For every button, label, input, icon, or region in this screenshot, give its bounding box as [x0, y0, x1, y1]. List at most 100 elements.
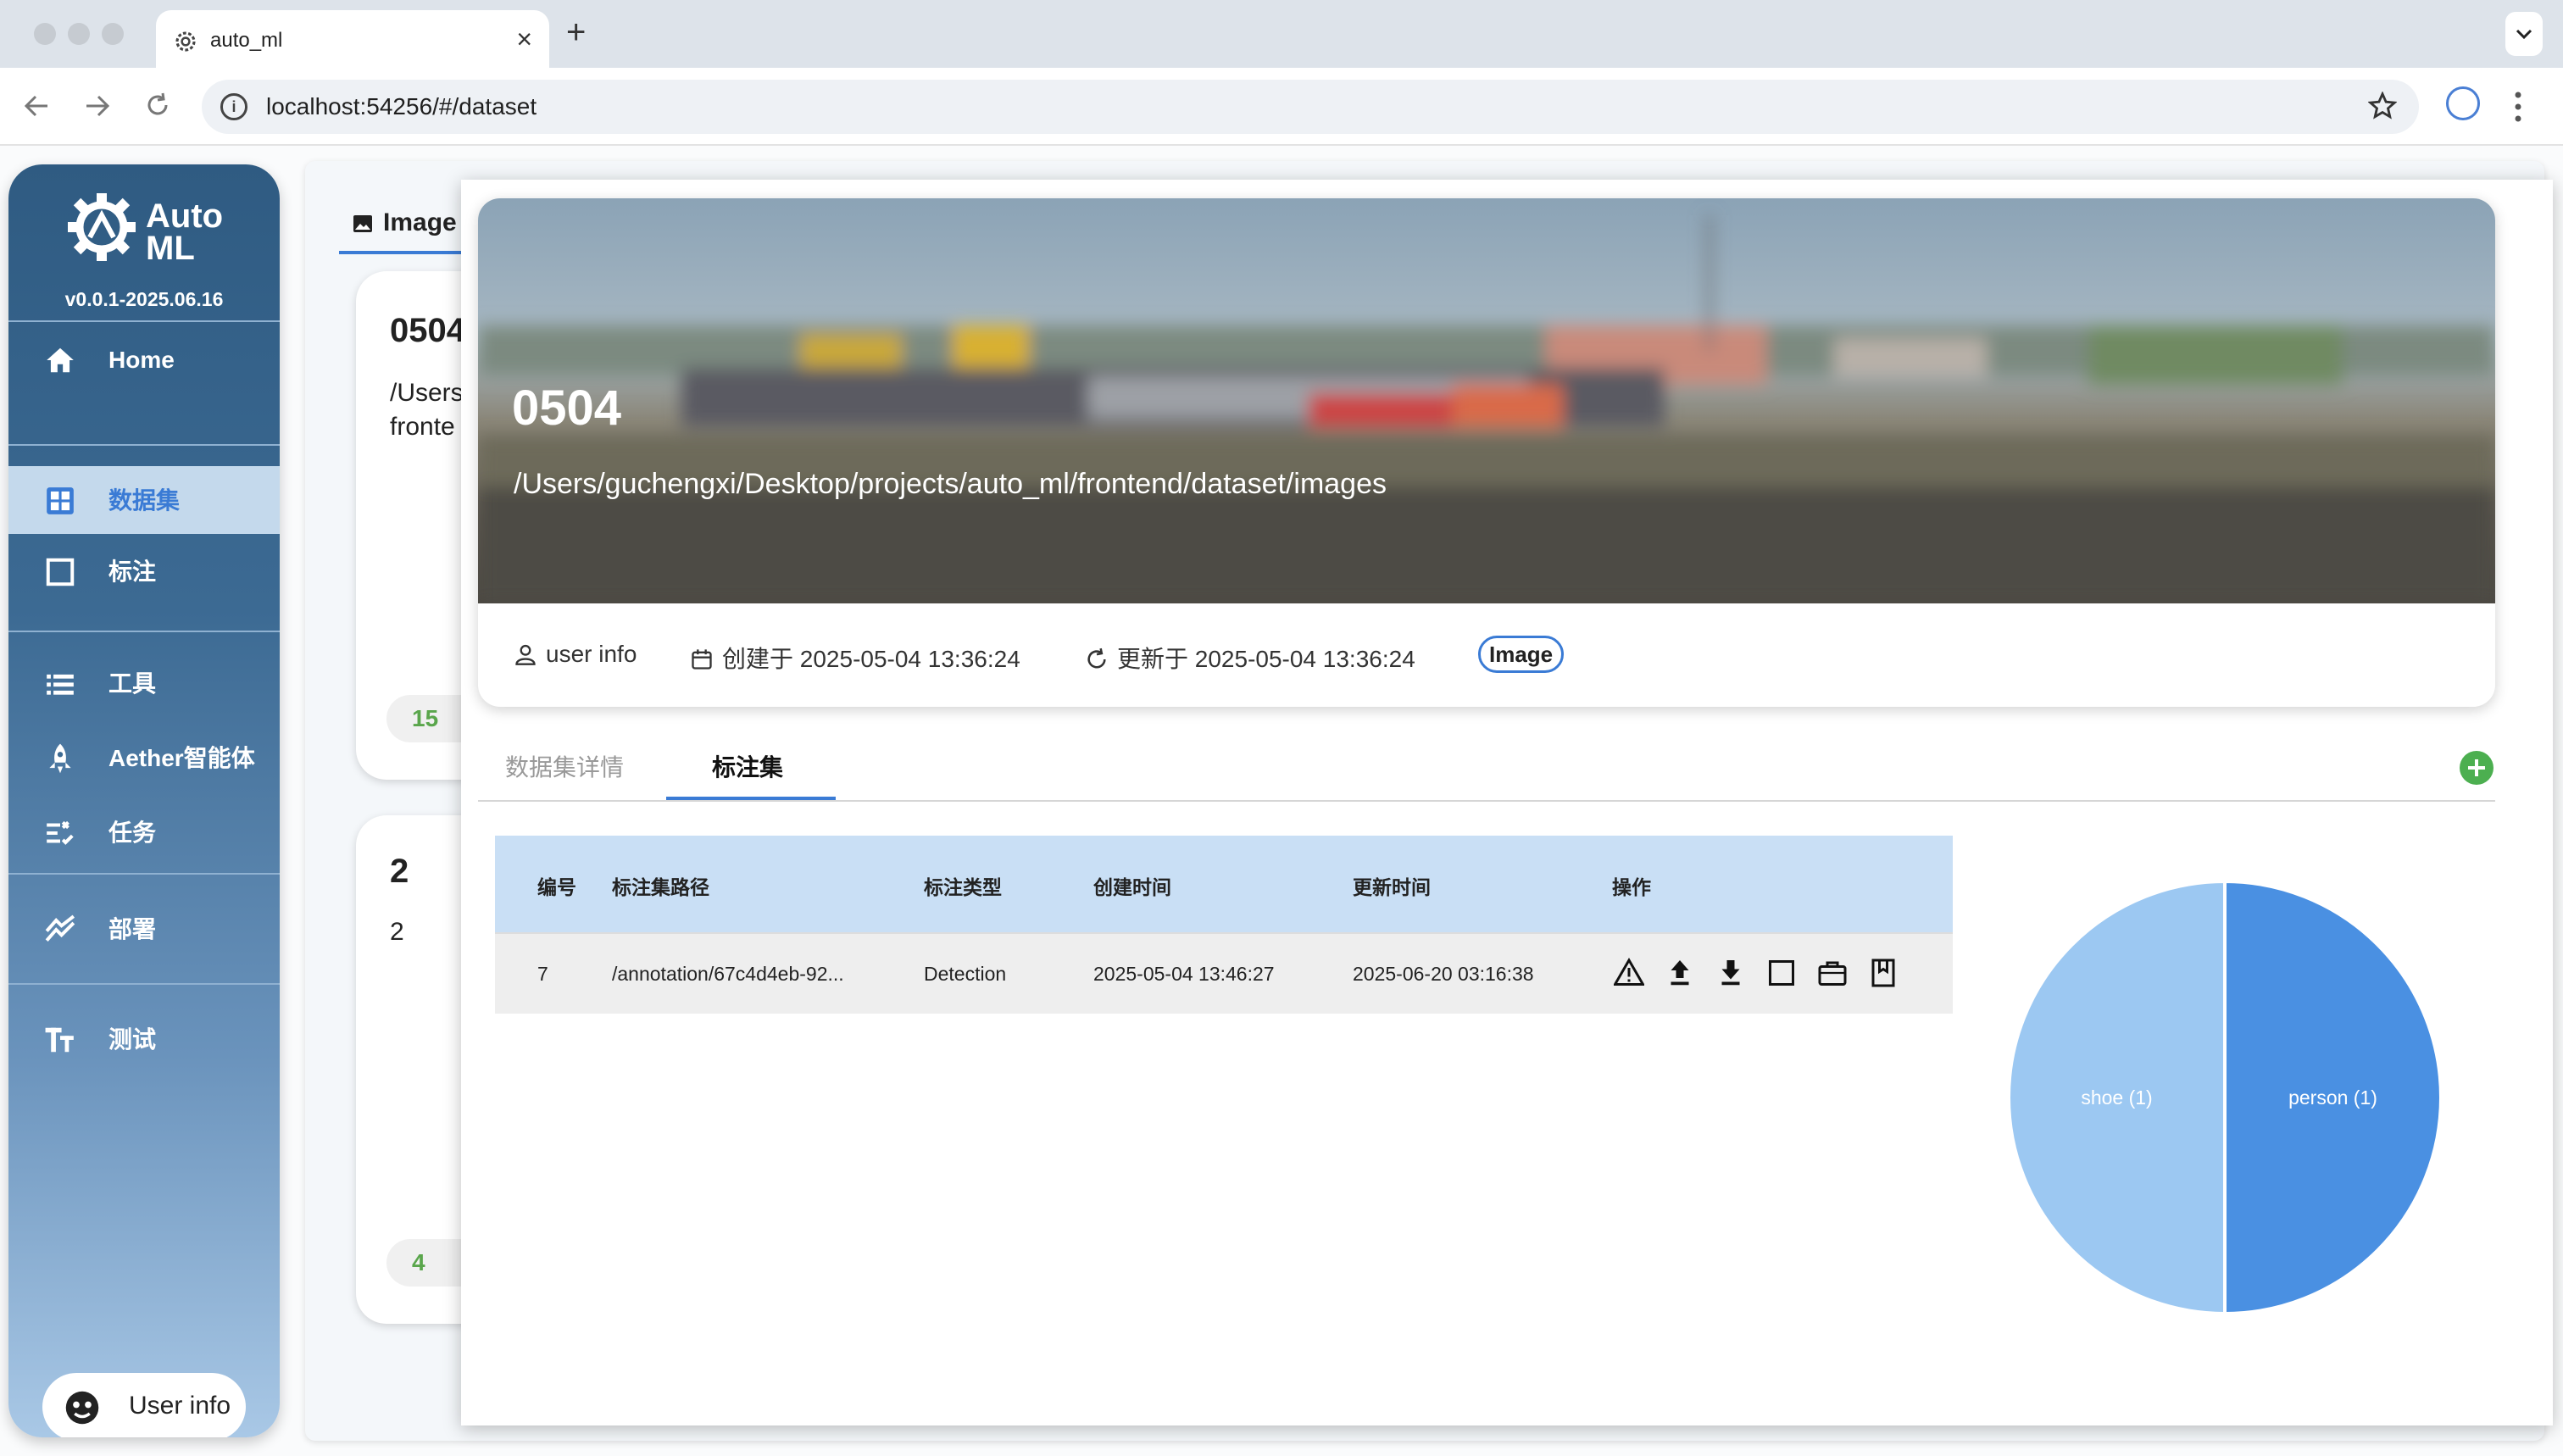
square-icon [46, 558, 75, 586]
reload-icon[interactable] [144, 92, 171, 119]
back-arrow-icon[interactable] [22, 93, 51, 119]
browser-tab-strip: auto_ml × + [0, 0, 2563, 68]
briefcase-icon[interactable] [1817, 958, 1848, 988]
version-label: v0.0.1-2025.06.16 [64, 288, 224, 310]
add-annotation-button[interactable] [2460, 751, 2494, 785]
home-icon [47, 347, 74, 373]
dataset-detail-panel: 0504 /Users/guchengxi/Desktop/projects/a… [461, 180, 2553, 1425]
user-info-label: User info [129, 1392, 231, 1420]
dataset-card-title: 0504 [390, 312, 465, 349]
text-icon [45, 1027, 74, 1053]
task-icon [47, 820, 74, 845]
url-text[interactable]: localhost:54256/#/dataset [266, 93, 537, 120]
square-icon[interactable] [1766, 958, 1797, 988]
calendar-icon [692, 649, 712, 670]
window-zoom-dot[interactable] [102, 23, 124, 45]
sidebar-item-deploy[interactable]: 部署 [8, 895, 280, 963]
cell-type: Detection [924, 963, 1007, 985]
tab-underline [339, 251, 475, 254]
tab-dataset-details[interactable]: 数据集详情 [505, 749, 624, 783]
sidebar-divider [8, 873, 280, 875]
gear-favicon-icon [175, 31, 196, 52]
dataset-path: /Users/guchengxi/Desktop/projects/auto_m… [514, 468, 1387, 500]
sidebar-item-label: 标注 [108, 559, 157, 585]
logo-line-auto: Auto [146, 197, 224, 235]
tab-search-button[interactable] [2505, 12, 2543, 56]
cell-updated: 2025-06-20 03:16:38 [1353, 963, 1534, 985]
sidebar-item-dataset[interactable]: 数据集 [8, 466, 280, 534]
dataset-card-path-2: fronte [390, 413, 455, 441]
cell-created: 2025-05-04 13:46:27 [1093, 963, 1275, 985]
table-row[interactable]: 7 /annotation/67c4d4eb-92... Detection 2… [495, 932, 1953, 1014]
user-info-button[interactable]: User info [42, 1373, 246, 1437]
browser-tab[interactable]: auto_ml × [156, 10, 549, 68]
sidebar-divider [8, 631, 280, 632]
bookmark-icon[interactable] [1868, 958, 1899, 988]
plus-icon [2468, 759, 2485, 776]
meta-user: user info [514, 641, 637, 668]
sidebar-item-label: 任务 [108, 820, 157, 846]
automl-gear-logo-icon [68, 193, 136, 261]
dataset-card-title: 2 [390, 853, 409, 890]
sidebar-item-label: Aether智能体 [108, 745, 255, 771]
sidebar-divider [8, 983, 280, 985]
dataset-title: 0504 [512, 381, 622, 436]
pie-slice-label: shoe (1) [2081, 1086, 2152, 1109]
column-header-created: 创建时间 [1093, 876, 1171, 898]
column-header-id: 编号 [537, 876, 576, 898]
window-minimize-dot[interactable] [68, 23, 90, 45]
dataset-card-path: /Users [390, 379, 464, 407]
tab-image[interactable]: Image [383, 208, 457, 237]
sidebar-item-label: 数据集 [108, 487, 181, 514]
image-icon [353, 215, 372, 232]
sidebar-item-home[interactable]: Home [8, 325, 280, 393]
chevron-down-icon [2516, 29, 2532, 40]
meta-updated-label: 更新于 2025-05-04 13:36:24 [1117, 646, 1415, 672]
sidebar-item-label: Home [108, 347, 175, 373]
user-face-icon [65, 1391, 99, 1425]
dataset-header-card: 0504 /Users/guchengxi/Desktop/projects/a… [478, 198, 2495, 707]
warning-icon[interactable] [1614, 958, 1644, 988]
forward-arrow-icon[interactable] [83, 93, 112, 119]
meta-created-label: 创建于 2025-05-04 13:36:24 [722, 646, 1020, 672]
sidebar-item-tools[interactable]: 工具 [8, 649, 280, 717]
dataset-type-badge: Image [1478, 636, 1565, 673]
profile-icon[interactable] [2446, 86, 2480, 120]
sidebar-item-label: 测试 [108, 1026, 157, 1053]
column-header-updated: 更新时间 [1353, 876, 1431, 898]
download-icon[interactable] [1715, 958, 1746, 988]
window-close-dot[interactable] [34, 23, 56, 45]
sidebar-item-test[interactable]: 测试 [8, 1005, 280, 1073]
active-tab-underline [666, 797, 836, 800]
address-bar[interactable]: i localhost:54256/#/dataset [202, 80, 2419, 134]
browser-toolbar: i localhost:54256/#/dataset [0, 68, 2563, 146]
refresh-icon [1087, 647, 1106, 669]
sidebar: Auto ML v0.0.1-2025.06.16 Home 数据集 标注 工具… [8, 164, 280, 1437]
tab-title: auto_ml [210, 29, 283, 52]
logo-text: Auto ML [146, 197, 224, 265]
grid-icon [47, 487, 74, 514]
more-menu-icon[interactable] [2514, 90, 2522, 124]
sidebar-item-aether[interactable]: Aether智能体 [8, 724, 280, 792]
meta-updated: 更新于 2025-05-04 13:36:24 [1085, 641, 1415, 675]
sidebar-item-label: 工具 [108, 670, 157, 697]
tab-close-icon[interactable]: × [516, 24, 532, 54]
new-tab-button[interactable]: + [566, 12, 586, 53]
pie-slice-label: person (1) [2288, 1086, 2377, 1109]
column-header-path: 标注集路径 [612, 876, 709, 898]
rocket-icon [49, 743, 71, 774]
site-info-icon[interactable]: i [220, 93, 247, 120]
bookmark-star-icon[interactable] [2368, 92, 2397, 120]
meta-user-label: user info [546, 641, 637, 667]
sidebar-item-label: 部署 [108, 916, 157, 942]
sidebar-divider [8, 444, 280, 446]
tab-annotation-sets[interactable]: 标注集 [712, 749, 783, 783]
sidebar-item-tasks[interactable]: 任务 [8, 798, 280, 866]
sidebar-item-annotation[interactable]: 标注 [8, 537, 280, 605]
cell-path: /annotation/67c4d4eb-92... [612, 963, 844, 985]
list-icon [47, 674, 74, 695]
upload-icon[interactable] [1665, 958, 1695, 988]
column-header-type: 标注类型 [924, 876, 1002, 898]
railway-cover-image [478, 198, 2495, 603]
person-icon [515, 644, 536, 665]
